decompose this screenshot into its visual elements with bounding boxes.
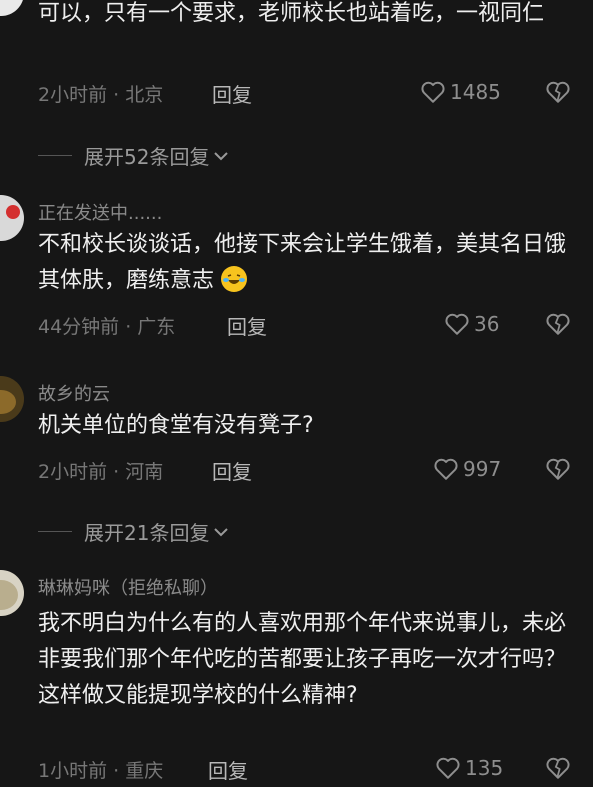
comment-text: 我不明白为什么有的人喜欢用那个年代来说事儿，未必非要我们那个年代吃的苦都要让孩子… <box>38 611 567 708</box>
chevron-down-icon <box>214 151 229 160</box>
avatar[interactable] <box>0 195 24 241</box>
expand-replies-button[interactable]: 展开52条回复 <box>38 141 229 170</box>
avatar-image <box>0 390 16 414</box>
expand-replies-button[interactable]: 展开21条回复 <box>38 517 229 546</box>
broken-heart-icon <box>546 81 570 103</box>
comment-meta: 2小时前 · 河南 <box>38 461 164 483</box>
comment-text-content: 不和校长谈谈话，他接下来会让学生饿着，美其名日饿其体肤，磨练意志 <box>38 232 567 293</box>
username[interactable]: 故乡的云 <box>38 380 110 406</box>
comment-meta: 44分钟前 · 广东 <box>38 316 176 338</box>
laughing-tears-emoji <box>221 266 248 292</box>
reply-button[interactable]: 回复 <box>212 79 252 108</box>
dislike-button[interactable] <box>545 457 571 485</box>
divider-line <box>38 531 72 532</box>
broken-heart-icon <box>546 313 570 335</box>
like-button[interactable]: 135 <box>435 756 503 780</box>
like-count: 1485 <box>450 80 501 104</box>
expand-replies-label: 展开52条回复 <box>84 145 210 169</box>
avatar[interactable] <box>0 0 24 16</box>
reply-button[interactable]: 回复 <box>227 311 267 340</box>
comment-text: 可以，只有一个要求，老师校长也站着吃，一视同仁 <box>38 1 545 26</box>
heart-outline-icon <box>436 757 460 779</box>
heart-outline-icon <box>445 313 469 335</box>
comment-text: 不和校长谈谈话，他接下来会让学生饿着，美其名日饿其体肤，磨练意志 <box>38 227 568 299</box>
like-count: 36 <box>474 312 500 336</box>
like-count: 997 <box>463 457 502 481</box>
like-button[interactable]: 36 <box>444 312 499 336</box>
comment-text: 机关单位的食堂有没有凳子? <box>38 413 314 438</box>
divider-line <box>38 155 72 156</box>
heart-outline-icon <box>421 81 445 103</box>
username[interactable]: 琳琳妈咪（拒绝私聊） <box>38 574 218 600</box>
like-count: 135 <box>465 756 504 780</box>
broken-heart-icon <box>546 757 570 779</box>
chevron-down-icon <box>214 527 229 536</box>
dislike-button[interactable] <box>545 80 571 108</box>
comment-meta: 2小时前 · 北京 <box>38 84 164 106</box>
reply-button[interactable]: 回复 <box>212 456 252 485</box>
avatar[interactable] <box>0 376 24 422</box>
like-button[interactable]: 1485 <box>420 80 501 104</box>
reply-button[interactable]: 回复 <box>208 755 248 784</box>
username[interactable]: 正在发送中...... <box>38 199 162 225</box>
avatar[interactable] <box>0 570 24 616</box>
broken-heart-icon <box>546 458 570 480</box>
dislike-button[interactable] <box>545 312 571 340</box>
comment-meta: 1小时前 · 重庆 <box>38 760 164 782</box>
dislike-button[interactable] <box>545 756 571 784</box>
avatar-badge <box>6 205 20 219</box>
heart-outline-icon <box>434 458 458 480</box>
expand-replies-label: 展开21条回复 <box>84 521 210 545</box>
like-button[interactable]: 997 <box>433 457 501 481</box>
avatar-image <box>0 580 18 610</box>
